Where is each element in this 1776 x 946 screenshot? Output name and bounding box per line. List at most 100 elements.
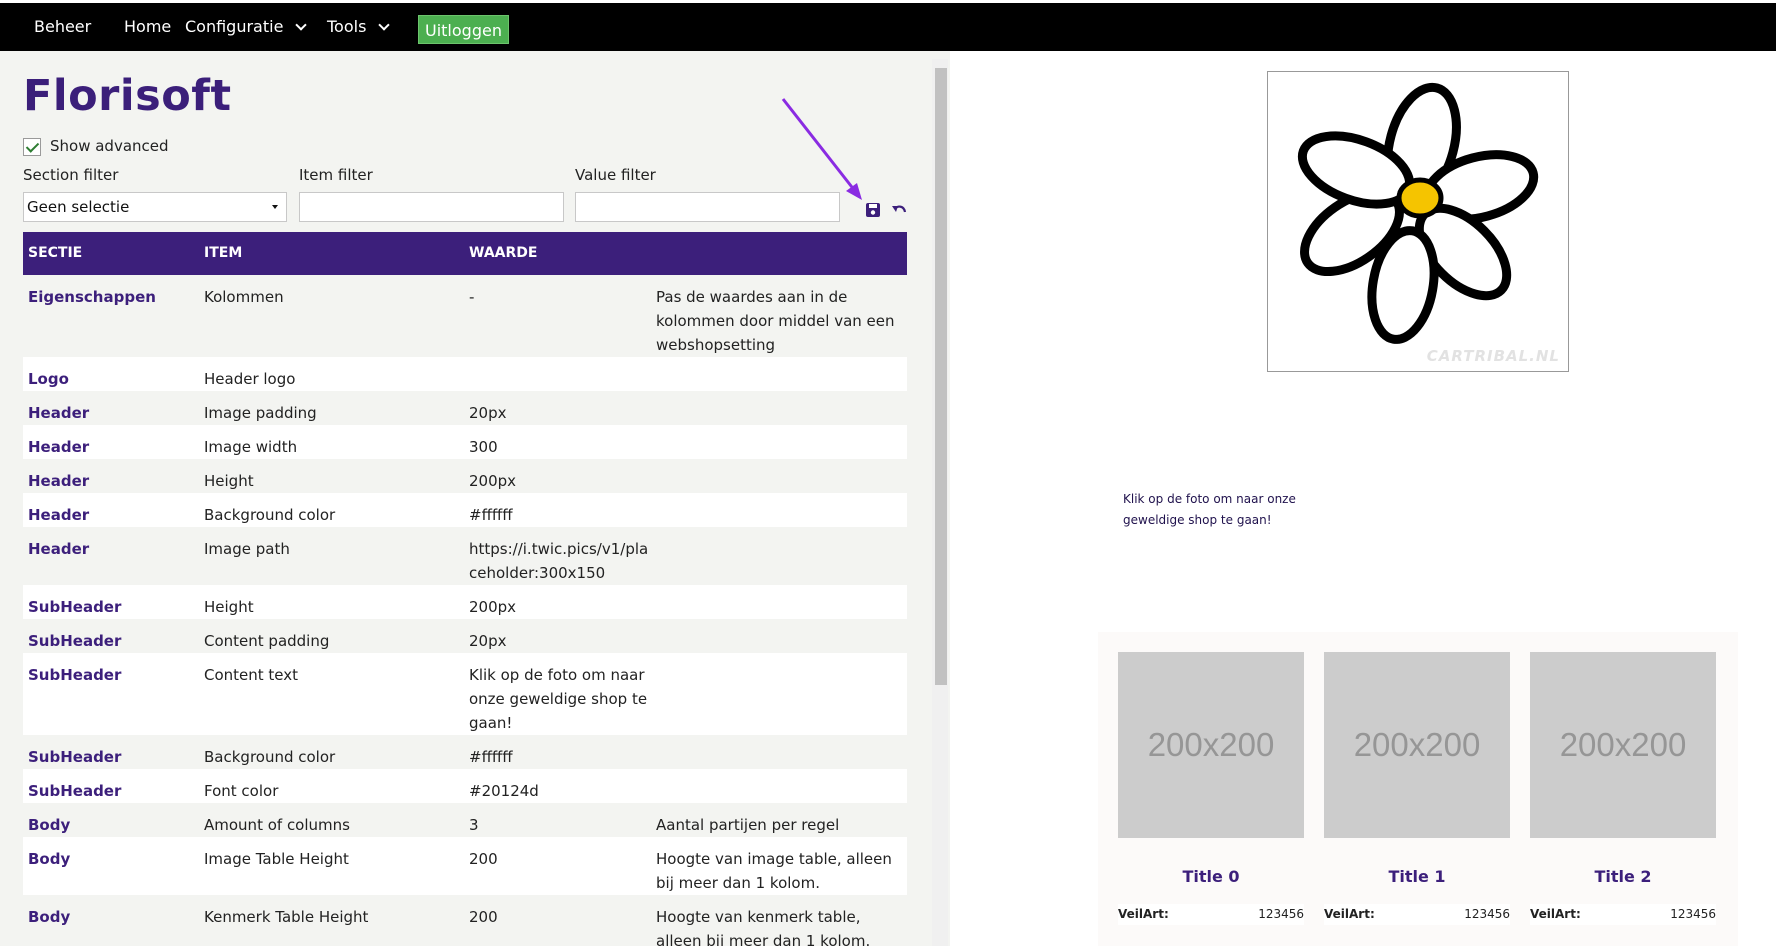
row-section: Eigenschappen [28,288,156,306]
row-section: Header [28,438,90,456]
section-filter-select[interactable]: Geen selectie [23,192,287,222]
product-meta-value: 123456 [1670,907,1716,921]
row-value[interactable]: 200 [469,905,649,929]
row-item: Image padding [204,404,317,422]
row-value[interactable]: 200px [469,595,649,619]
row-item: Kenmerk Table Height [204,908,369,926]
product-image-placeholder[interactable]: 200x200 [1324,652,1510,838]
product-card[interactable]: 200x200 Title 1 VeilArt: 123456 [1324,652,1510,925]
row-section: SubHeader [28,782,122,800]
row-item: Header logo [204,370,296,388]
product-title: Title 1 [1388,867,1446,886]
product-meta-row: VeilArt: 123456 [1118,904,1304,925]
product-card[interactable]: 200x200 Title 2 VeilArt: 123456 [1530,652,1716,925]
row-value[interactable]: #20124d [469,779,649,803]
column-header-waarde: WAARDE [469,245,538,261]
row-value[interactable]: 200 [469,847,649,871]
row-item: Background color [204,748,336,766]
row-section: SubHeader [28,632,122,650]
settings-panel: Florisoft Show advanced Section filter I… [0,51,950,946]
table-row[interactable]: SubHeader Background color #ffffff [23,735,907,769]
logout-button[interactable]: Uitloggen [418,15,509,44]
row-description: Hoogte van image table, alleen bij meer … [656,850,892,892]
table-row[interactable]: Header Image path https://i.twic.pics/v1… [23,527,907,585]
table-row[interactable]: SubHeader Content padding 20px [23,619,907,653]
row-item: Content padding [204,632,330,650]
product-meta-value: 123456 [1464,907,1510,921]
table-row[interactable]: Header Height 200px [23,459,907,493]
row-value[interactable]: Klik op de foto om naar onze geweldige s… [469,663,649,735]
subheader-content-text: Klik op de foto om naar onze geweldige s… [1123,492,1296,527]
row-item: Kolommen [204,288,284,306]
row-item: Height [204,472,254,490]
row-item: Background color [204,506,336,524]
row-value[interactable]: 200px [469,469,649,493]
row-section: Header [28,540,90,558]
row-section: Body [28,850,71,868]
table-row[interactable]: Logo Header logo [23,357,907,391]
product-meta-key: VeilArt: [1324,907,1375,921]
nav-tools-menu[interactable]: Tools [327,17,391,36]
section-filter-label: Section filter [23,166,119,184]
header-logo-image[interactable]: CARTRIBAL.NL [1267,71,1569,372]
nav-home[interactable]: Home [124,17,171,36]
table-row[interactable]: SubHeader Content text Klik op de foto o… [23,653,907,735]
row-description: Pas de waardes aan in de kolommen door m… [656,288,895,354]
item-filter-label: Item filter [299,166,373,184]
value-filter-label: Value filter [575,166,656,184]
section-filter-value: Geen selectie [27,198,130,216]
table-row[interactable]: Eigenschappen Kolommen - Pas de waardes … [23,275,907,357]
row-value[interactable]: 3 [469,813,649,837]
row-value[interactable]: #ffffff [469,745,649,769]
undo-icon[interactable] [890,201,908,219]
table-row[interactable]: Header Image padding 20px [23,391,907,425]
table-row[interactable]: Header Image width 300 [23,425,907,459]
product-image-placeholder[interactable]: 200x200 [1118,652,1304,838]
table-row[interactable]: SubHeader Font color #20124d [23,769,907,803]
product-card[interactable]: 200x200 Title 0 VeilArt: 123456 [1118,652,1304,925]
item-filter-input[interactable] [299,192,564,222]
row-section: Header [28,472,90,490]
row-item: Image width [204,438,298,456]
row-value[interactable]: 300 [469,435,649,459]
save-icon[interactable] [864,201,882,219]
daisy-flower-icon [1297,82,1539,344]
row-section: Body [28,908,71,926]
nav-configuratie-menu[interactable]: Configuratie [185,17,308,36]
row-description: Hoogte van kenmerk table, alleen bij mee… [656,908,871,946]
table-row[interactable]: Body Kenmerk Table Height 200 Hoogte van… [23,895,907,946]
table-row[interactable]: Header Background color #ffffff [23,493,907,527]
row-section: Logo [28,370,69,388]
row-value[interactable]: 20px [469,629,649,653]
product-title: Title 2 [1594,867,1652,886]
product-image-placeholder[interactable]: 200x200 [1530,652,1716,838]
settings-table-header: SECTIE ITEM WAARDE [23,232,907,275]
row-value[interactable]: #ffffff [469,503,649,527]
dropdown-caret-icon [272,205,278,209]
row-value[interactable]: https://i.twic.pics/v1/placeholder:300x1… [469,537,649,585]
product-meta-row: VeilArt: 123456 [1324,904,1510,925]
page-title: Florisoft [23,71,232,121]
nav-configuratie-label: Configuratie [185,17,284,36]
table-row[interactable]: SubHeader Height 200px [23,585,907,619]
table-row[interactable]: Body Amount of columns 3 Aantal partijen… [23,803,907,837]
row-section: Body [28,816,71,834]
row-item: Font color [204,782,279,800]
column-header-item: ITEM [204,245,243,261]
product-grid: 200x200 Title 0 VeilArt: 123456 200x200 … [1098,632,1738,946]
row-value[interactable]: - [469,285,649,309]
row-description: Aantal partijen per regel [656,816,840,834]
nav-tools-label: Tools [327,17,367,36]
row-section: SubHeader [28,598,122,616]
row-value[interactable]: 20px [469,401,649,425]
show-advanced-checkbox[interactable] [23,138,41,156]
logo-watermark: CARTRIBAL.NL [1426,347,1560,365]
nav-brand[interactable]: Beheer [34,17,91,36]
scrollbar-thumb[interactable] [935,68,947,685]
show-advanced-label: Show advanced [50,137,169,155]
product-title: Title 0 [1182,867,1240,886]
row-item: Image Table Height [204,850,349,868]
value-filter-input[interactable] [575,192,840,222]
top-navbar: Beheer Home Configuratie Tools Uitloggen [0,3,1776,51]
table-row[interactable]: Body Image Table Height 200 Hoogte van i… [23,837,907,895]
